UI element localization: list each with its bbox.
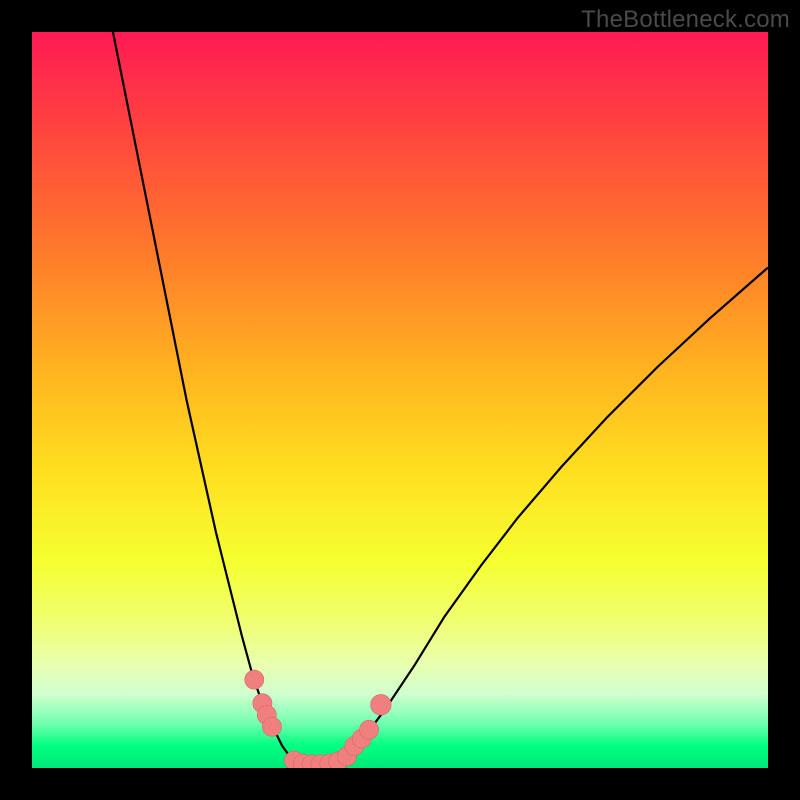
chart-frame: TheBottleneck.com (0, 0, 800, 800)
watermark-text: TheBottleneck.com (581, 6, 790, 34)
bead-point (245, 670, 264, 689)
bead-point (262, 717, 281, 736)
bead-group (245, 670, 391, 768)
bead-layer (32, 32, 768, 768)
bead-point (371, 694, 392, 715)
bead-point (360, 720, 379, 739)
plot-area (32, 32, 768, 768)
